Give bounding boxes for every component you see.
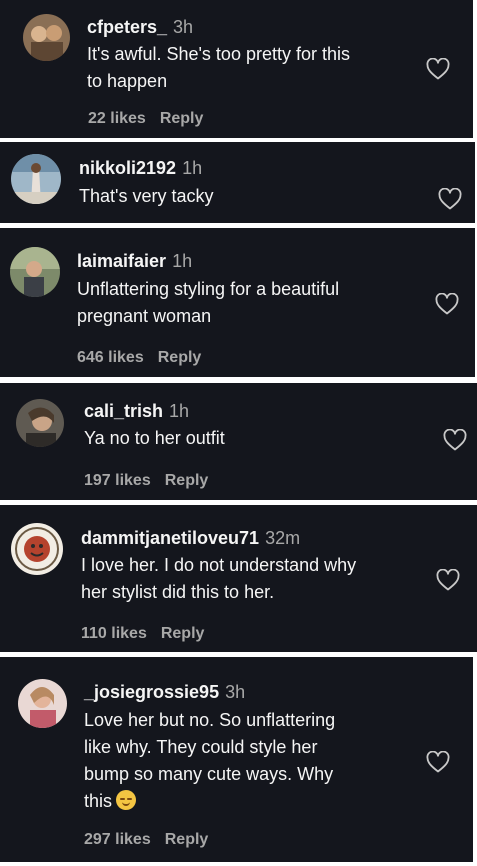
likes-count[interactable]: 297 likes — [84, 831, 151, 848]
timestamp: 3h — [225, 682, 246, 702]
comment-card: nikkoli2192 1h That's very tacky — [0, 142, 475, 223]
comment-text: It's awful. She's too pretty for this to… — [87, 44, 350, 91]
pensive-face-emoji — [116, 790, 137, 810]
reply-button[interactable]: Reply — [165, 472, 209, 489]
comment-text: I love her. I do not understand why her … — [81, 555, 357, 602]
heart-outline-icon[interactable] — [435, 293, 459, 315]
likes-count[interactable]: 197 likes — [84, 472, 151, 489]
heart-outline-icon[interactable] — [426, 751, 450, 773]
reply-button[interactable]: Reply — [165, 831, 209, 848]
reply-button[interactable]: Reply — [161, 625, 205, 642]
timestamp: 3h — [173, 17, 194, 37]
avatar[interactable] — [16, 399, 64, 447]
reply-button[interactable]: Reply — [160, 110, 204, 127]
comment-card: dammitjanetiloveu71 32m I love her. I do … — [0, 505, 477, 652]
timestamp: 1h — [182, 158, 203, 178]
comment-card: cali_trish 1h Ya no to her outfit 197 lik… — [0, 383, 477, 500]
comment-meta: 297 likes Reply — [84, 831, 208, 849]
username[interactable]: nikkoli2192 1h — [79, 158, 202, 179]
heart-outline-icon[interactable] — [436, 569, 460, 591]
timestamp: 1h — [169, 401, 190, 421]
username[interactable]: laimaifaier 1h — [77, 251, 192, 272]
likes-count[interactable]: 646 likes — [77, 349, 144, 366]
comment-meta: 110 likes Reply — [81, 625, 204, 643]
comment-card: cfpeters_ 3h It's awful. She's too pretty… — [0, 0, 473, 138]
username[interactable]: _josiegrossie95 3h — [84, 682, 245, 703]
comment-card: _josiegrossie95 3h Love her but no. So un… — [0, 657, 473, 862]
heart-outline-icon[interactable] — [426, 58, 450, 80]
avatar[interactable] — [23, 14, 70, 61]
comment-text: Unflattering styling for a beautiful pre… — [77, 279, 340, 326]
comment-card: laimaifaier 1h Unflattering styling for a… — [0, 228, 475, 377]
avatar[interactable] — [18, 679, 67, 728]
comment-text: That's very tacky — [79, 186, 214, 206]
avatar[interactable] — [11, 154, 61, 204]
heart-outline-icon[interactable] — [443, 429, 467, 451]
username[interactable]: cfpeters_ 3h — [87, 17, 193, 38]
comment-meta: 197 likes Reply — [84, 472, 208, 490]
username[interactable]: cali_trish 1h — [84, 401, 189, 422]
avatar[interactable] — [10, 247, 60, 297]
likes-count[interactable]: 22 likes — [88, 110, 146, 127]
likes-count[interactable]: 110 likes — [81, 625, 147, 642]
avatar[interactable] — [11, 523, 63, 575]
comment-text: Ya no to her outfit — [84, 428, 225, 448]
comment-meta: 22 likes Reply — [88, 110, 203, 128]
comment-text: Love her but no. So unflattering like wh… — [84, 710, 336, 811]
comment-meta: 646 likes Reply — [77, 349, 201, 367]
reply-button[interactable]: Reply — [158, 349, 202, 366]
timestamp: 1h — [172, 251, 193, 271]
heart-outline-icon[interactable] — [438, 188, 462, 210]
timestamp: 32m — [265, 528, 301, 548]
username[interactable]: dammitjanetiloveu71 32m — [81, 528, 300, 549]
